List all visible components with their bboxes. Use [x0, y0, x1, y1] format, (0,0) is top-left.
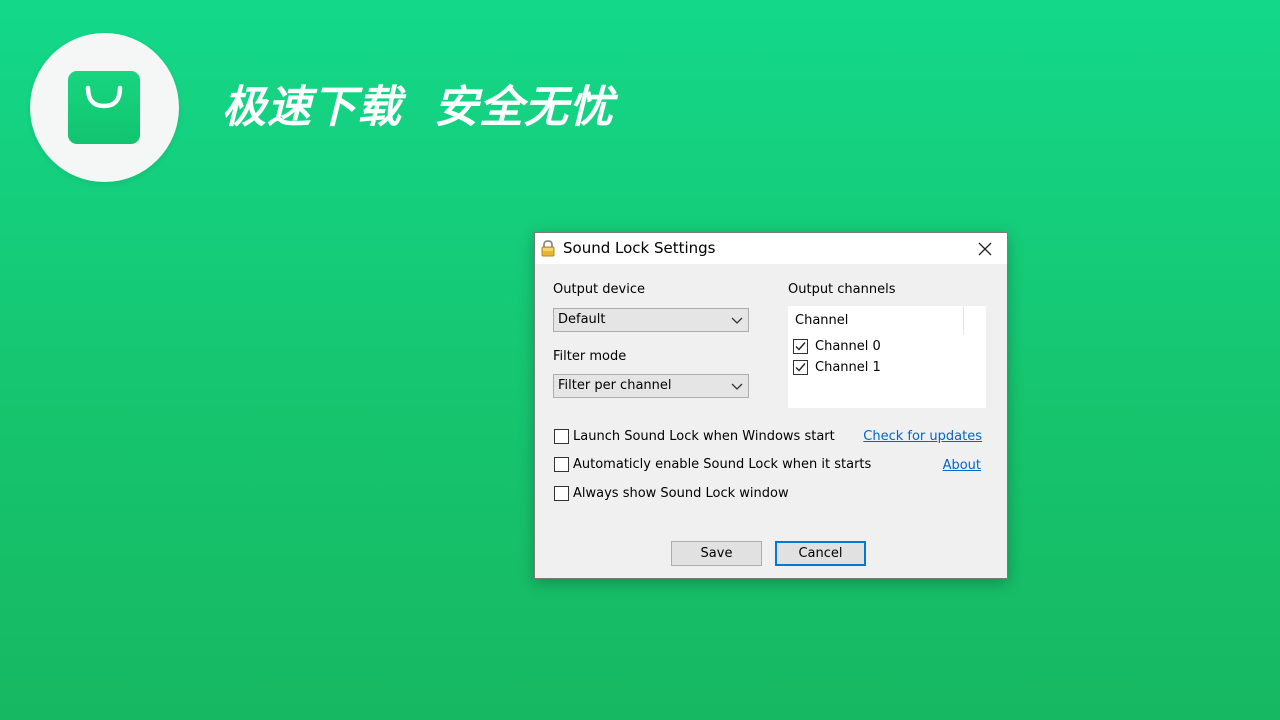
- checkmark-icon: [795, 363, 806, 372]
- chevron-down-icon: [730, 379, 744, 393]
- channel-0-checkbox[interactable]: [793, 339, 808, 354]
- always-show-window-checkbox[interactable]: [554, 486, 569, 501]
- output-channels-list[interactable]: Channel Channel 0 Channel 1: [788, 306, 986, 408]
- settings-dialog: Sound Lock Settings Output device Defaul…: [534, 232, 1008, 579]
- checkmark-icon: [795, 342, 806, 351]
- channel-1-label: Channel 1: [815, 360, 881, 375]
- padlock-icon: [540, 239, 556, 257]
- channel-1-checkbox[interactable]: [793, 360, 808, 375]
- filter-mode-value: Filter per channel: [558, 378, 672, 393]
- app-logo: [30, 33, 179, 182]
- slogan-part-2: 安全无忧: [434, 82, 614, 133]
- channel-0-label: Channel 0: [815, 339, 881, 354]
- slogan-part-1: 极速下载: [222, 82, 402, 133]
- output-device-value: Default: [558, 312, 606, 327]
- always-show-window-label: Always show Sound Lock window: [573, 486, 789, 501]
- dialog-title: Sound Lock Settings: [563, 239, 716, 257]
- slogan: 极速下载 安全无忧: [222, 78, 614, 138]
- output-device-select[interactable]: Default: [553, 308, 749, 332]
- auto-enable-label: Automaticly enable Sound Lock when it st…: [573, 457, 872, 472]
- filter-mode-label: Filter mode: [553, 349, 627, 364]
- output-channels-label: Output channels: [788, 282, 896, 297]
- channel-column-header[interactable]: Channel: [788, 306, 964, 335]
- launch-on-startup-label: Launch Sound Lock when Windows start: [573, 429, 835, 444]
- filter-mode-select[interactable]: Filter per channel: [553, 374, 749, 398]
- launch-on-startup-checkbox[interactable]: [554, 429, 569, 444]
- save-button[interactable]: Save: [671, 541, 762, 566]
- close-button[interactable]: [963, 233, 1007, 264]
- chevron-down-icon: [730, 313, 744, 327]
- close-icon: [978, 242, 992, 255]
- dialog-titlebar[interactable]: Sound Lock Settings: [535, 233, 1007, 264]
- shopping-bag-icon: [68, 71, 140, 144]
- check-for-updates-link[interactable]: Check for updates: [863, 429, 982, 444]
- output-device-label: Output device: [553, 282, 645, 297]
- channel-column-header-label: Channel: [795, 313, 849, 328]
- about-link[interactable]: About: [943, 458, 981, 473]
- auto-enable-checkbox[interactable]: [554, 457, 569, 472]
- cancel-button[interactable]: Cancel: [775, 541, 866, 566]
